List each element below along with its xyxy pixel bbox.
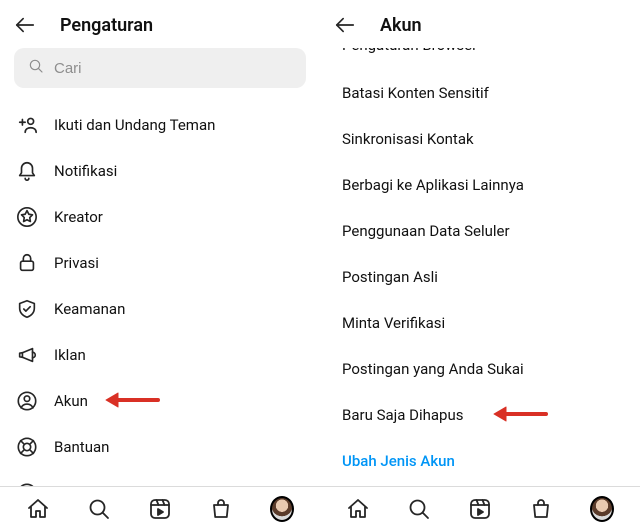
account-item-change-account-type[interactable]: Ubah Jenis Akun [342,438,618,484]
settings-item-account[interactable]: Akun [14,378,306,424]
settings-header: Pengaturan [0,0,320,48]
settings-item-label: Bantuan [54,438,109,456]
settings-item-creator[interactable]: Kreator [14,194,306,240]
account-item-original-posts[interactable]: Postingan Asli [342,254,618,300]
account-item-cellular-data[interactable]: Penggunaan Data Seluler [342,208,618,254]
account-item-label: Pengaturan Browser [342,48,477,54]
lock-icon [16,252,38,274]
settings-item-label: Ikuti dan Undang Teman [54,116,215,134]
shop-icon[interactable] [529,497,553,521]
settings-title: Pengaturan [60,15,153,36]
search-field[interactable] [14,48,306,88]
settings-list: Ikuti dan Undang Teman Notifikasi Kreato… [0,102,320,486]
account-item-label: Sinkronisasi Kontak [342,130,474,148]
account-title: Akun [380,15,422,36]
account-item-label: Batasi Konten Sensitif [342,84,489,102]
settings-scroll[interactable]: Ikuti dan Undang Teman Notifikasi Kreato… [0,102,320,486]
settings-item-label: Notifikasi [54,162,117,180]
back-arrow-icon[interactable] [334,14,356,36]
reels-icon[interactable] [468,497,492,521]
creator-star-icon [16,206,38,228]
home-icon[interactable] [26,497,50,521]
settings-item-follow-invite[interactable]: Ikuti dan Undang Teman [14,102,306,148]
info-icon [16,482,38,486]
settings-item-notifications[interactable]: Notifikasi [14,148,306,194]
settings-item-about[interactable]: Tentang [14,470,306,486]
account-item-label: Postingan yang Anda Sukai [342,360,524,378]
add-people-icon [16,114,38,136]
account-list: Pengaturan Browser Batasi Konten Sensiti… [320,48,640,486]
profile-avatar[interactable] [590,497,614,521]
avatar-image [590,496,614,522]
account-item-add-professional-account[interactable]: Tambahkan Akun Profesional Baru [342,484,618,486]
settings-pane: Pengaturan Ikuti dan Undang Teman Notifi… [0,0,320,531]
account-item-contact-sync[interactable]: Sinkronisasi Kontak [342,116,618,162]
settings-item-label: Kreator [54,208,103,226]
avatar-image [270,496,294,522]
account-item-sensitive-content[interactable]: Batasi Konten Sensitif [342,70,618,116]
settings-item-label: Iklan [54,346,86,364]
account-item-label: Baru Saja Dihapus [342,406,463,424]
account-item-label: Berbagi ke Aplikasi Lainnya [342,176,524,194]
settings-item-label: Privasi [54,254,99,272]
settings-item-ads[interactable]: Iklan [14,332,306,378]
account-item-label: Penggunaan Data Seluler [342,222,510,240]
search-nav-icon[interactable] [87,497,111,521]
account-item-liked-posts[interactable]: Postingan yang Anda Sukai [342,346,618,392]
account-header: Akun [320,0,640,48]
search-nav-icon[interactable] [407,497,431,521]
bottom-nav [0,486,320,531]
shield-check-icon [16,298,38,320]
back-arrow-icon[interactable] [14,14,36,36]
megaphone-icon [16,344,38,366]
settings-item-privacy[interactable]: Privasi [14,240,306,286]
home-icon[interactable] [346,497,370,521]
lifebuoy-icon [16,436,38,458]
profile-avatar[interactable] [270,497,294,521]
search-input[interactable] [54,60,292,77]
bottom-nav [320,486,640,531]
account-item-label: Minta Verifikasi [342,314,445,332]
account-scroll[interactable]: Pengaturan Browser Batasi Konten Sensiti… [320,48,640,486]
account-item-label: Postingan Asli [342,268,438,286]
settings-item-help[interactable]: Bantuan [14,424,306,470]
account-item-request-verification[interactable]: Minta Verifikasi [342,300,618,346]
red-arrow-annotation [104,390,160,410]
account-item-label: Ubah Jenis Akun [342,452,455,470]
bell-icon [16,160,38,182]
settings-item-security[interactable]: Keamanan [14,286,306,332]
reels-icon[interactable] [148,497,172,521]
settings-item-label: Akun [54,392,88,410]
shop-icon[interactable] [209,497,233,521]
search-icon [28,58,44,78]
account-item-recently-deleted[interactable]: Baru Saja Dihapus [342,392,618,438]
account-circle-icon [16,390,38,412]
search-wrap [0,48,320,102]
settings-item-label: Tentang [54,484,108,486]
settings-item-label: Keamanan [54,300,125,318]
account-pane: Akun Pengaturan Browser Batasi Konten Se… [320,0,640,531]
account-item-browser-settings[interactable]: Pengaturan Browser [342,48,618,70]
account-item-share-other-apps[interactable]: Berbagi ke Aplikasi Lainnya [342,162,618,208]
red-arrow-annotation [492,404,548,424]
